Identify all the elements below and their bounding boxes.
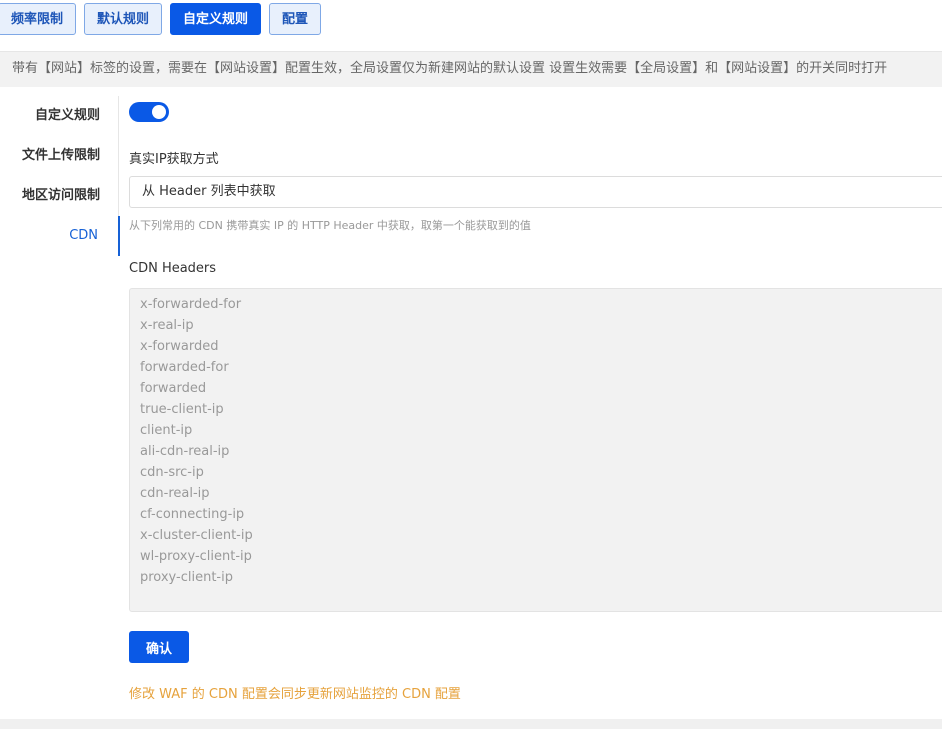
ip-method-help: 从下列常用的 CDN 携带真实 IP 的 HTTP Header 中获取，取第一… xyxy=(129,219,531,232)
cdn-header-line: true-client-ip xyxy=(140,402,224,417)
top-tab-bar: 频率限制 默认规则 自定义规则 配置 xyxy=(0,3,329,35)
cdn-header-line: proxy-client-ip xyxy=(140,570,233,585)
confirm-button[interactable]: 确认 xyxy=(129,631,189,663)
ip-method-select[interactable]: 从 Header 列表中获取 xyxy=(129,176,942,208)
bottom-bar xyxy=(0,719,942,729)
sidebar-item-region-access-limit[interactable]: 地区访问限制 xyxy=(0,176,120,216)
settings-sidebar: 自定义规则 文件上传限制 地区访问限制 CDN xyxy=(0,96,120,256)
tab-default-rules[interactable]: 默认规则 xyxy=(84,3,163,35)
cdn-header-line: client-ip xyxy=(140,423,193,438)
settings-notice: 带有【网站】标签的设置，需要在【网站设置】配置生效，全局设置仅为新建网站的默认设… xyxy=(0,51,942,87)
cdn-sync-warning: 修改 WAF 的 CDN 配置会同步更新网站监控的 CDN 配置 xyxy=(129,687,461,702)
cdn-headers-label: CDN Headers xyxy=(129,261,217,276)
cdn-headers-textarea[interactable]: x-forwarded-for x-real-ip x-forwarded forwa… xyxy=(129,288,942,612)
cdn-header-line: x-forwarded xyxy=(140,339,219,354)
cdn-header-line: ali-cdn-real-ip xyxy=(140,444,230,459)
cdn-header-line: x-cluster-client-ip xyxy=(140,528,253,543)
cdn-header-line: x-real-ip xyxy=(140,318,194,333)
tab-config[interactable]: 配置 xyxy=(269,3,322,35)
cdn-header-line: cf-connecting-ip xyxy=(140,507,245,522)
cdn-header-line: cdn-src-ip xyxy=(140,465,204,480)
sidebar-item-file-upload-limit[interactable]: 文件上传限制 xyxy=(0,136,120,176)
sidebar-item-cdn[interactable]: CDN xyxy=(0,216,120,256)
cdn-header-line: forwarded-for xyxy=(140,360,229,375)
cdn-header-line: x-forwarded-for xyxy=(140,297,242,312)
cdn-header-line: cdn-real-ip xyxy=(140,486,210,501)
cdn-header-line: forwarded xyxy=(140,381,207,396)
tab-custom-rules[interactable]: 自定义规则 xyxy=(170,3,262,35)
sidebar-item-custom-rules[interactable]: 自定义规则 xyxy=(0,96,120,136)
enable-toggle[interactable] xyxy=(129,102,169,122)
tab-rate-limit[interactable]: 频率限制 xyxy=(0,3,77,35)
toggle-knob xyxy=(152,105,166,119)
cdn-header-line: wl-proxy-client-ip xyxy=(140,549,252,564)
ip-method-label: 真实IP获取方式 xyxy=(129,152,219,167)
